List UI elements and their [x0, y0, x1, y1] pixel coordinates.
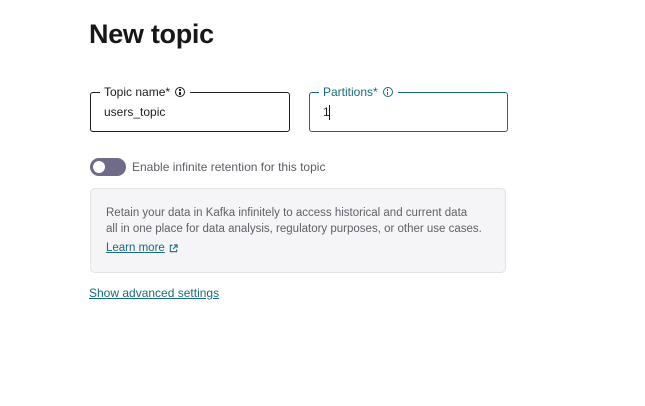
topic-name-input[interactable] [104, 104, 274, 120]
info-text-line-1: Retain your data in Kafka infinitely to … [106, 207, 468, 219]
partitions-label: Partitions* [323, 85, 378, 99]
external-link-icon [169, 243, 178, 252]
new-topic-page: New topic Topic name* Partitions* Enable… [0, 0, 645, 406]
page-title: New topic [89, 19, 214, 49]
topic-name-legend: Topic name* [100, 84, 191, 100]
info-circle-icon[interactable] [175, 87, 186, 97]
retention-info-box: Retain your data in Kafka infinitely to … [90, 188, 506, 273]
topic-name-field[interactable]: Topic name* [90, 84, 290, 132]
partitions-legend: Partitions* [319, 84, 398, 100]
info-text-line-2: all in one place for data analysis, regu… [106, 223, 482, 235]
info-circle-icon[interactable] [382, 87, 393, 97]
toggle-knob [93, 161, 105, 173]
show-advanced-settings-link[interactable]: Show advanced settings [89, 286, 219, 300]
learn-more-label: Learn more [106, 242, 165, 254]
topic-name-label: Topic name* [104, 85, 171, 99]
infinite-retention-label: Enable infinite retention for this topic [132, 160, 326, 174]
partitions-field[interactable]: Partitions* [309, 84, 508, 132]
partitions-input[interactable] [323, 104, 493, 120]
learn-more-link[interactable]: Learn more [106, 242, 178, 254]
text-cursor [329, 105, 330, 120]
infinite-retention-toggle[interactable] [90, 158, 126, 176]
retention-toggle-row: Enable infinite retention for this topic [90, 158, 325, 176]
